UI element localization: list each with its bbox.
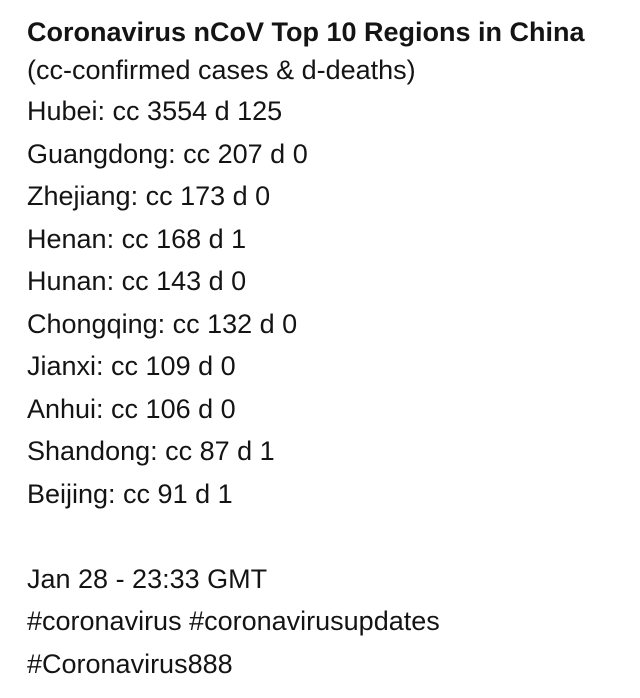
hashtags-line-2: #Coronavirus888 (27, 648, 233, 679)
region-line-anhui: Anhui: cc 106 d 0 (27, 393, 236, 424)
region-line-hubei: Hubei: cc 3554 d 125 (27, 96, 283, 126)
region-line-shandong: Shandong: cc 87 d 1 (27, 436, 275, 466)
hashtags-line-1: #coronavirus #coronavirusupdates (27, 606, 440, 636)
region-line-henan: Henan: cc 168 d 1 (27, 223, 247, 254)
post-title: Coronavirus nCoV Top 10 Regions in China (27, 17, 585, 47)
region-line-zhejiang: Zhejiang: cc 173 d 0 (27, 181, 271, 211)
post-text-block: Coronavirus nCoV Top 10 Regions in China… (27, 14, 627, 685)
region-line-guangdong: Guangdong: cc 207 d 0 (27, 138, 308, 169)
region-list: Hubei: cc 3554 d 125 Guangdong: cc 207 d… (27, 90, 627, 515)
region-line-hunan: Hunan: cc 143 d 0 (27, 266, 247, 296)
region-line-beijing: Beijing: cc 91 d 1 (27, 478, 233, 509)
region-line-jianxi: Jianxi: cc 109 d 0 (27, 351, 236, 381)
post-subtitle: (cc-confirmed cases & d-deaths) (27, 55, 416, 85)
region-line-chongqing: Chongqing: cc 132 d 0 (27, 308, 298, 339)
timestamp: Jan 28 - 23:33 GMT (27, 563, 268, 594)
